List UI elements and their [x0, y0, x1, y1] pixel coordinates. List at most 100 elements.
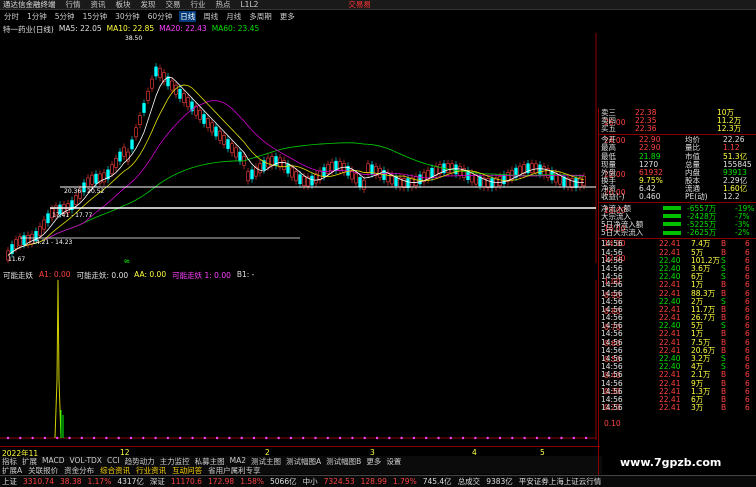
info-tab[interactable]: 资金分布 [64, 465, 94, 475]
indicator-tab[interactable]: 测试幅图A [286, 456, 321, 466]
indicator-tab[interactable]: 趋势动力 [125, 456, 155, 466]
indicator-dot [338, 436, 342, 440]
candle-body [154, 66, 158, 77]
indicator-dot [511, 436, 514, 440]
candle-body [294, 171, 298, 182]
menu-item-news[interactable]: 资讯 [91, 0, 106, 10]
candle-body [94, 173, 98, 184]
index-sz-change: 172.98 [207, 477, 235, 486]
menu-item-discover[interactable]: 发现 [141, 0, 156, 10]
indicator-tab[interactable]: 测试主图 [251, 456, 281, 466]
candle-body [302, 176, 306, 186]
indicator-tab[interactable]: CCI [107, 456, 120, 465]
tick-side: B [721, 403, 727, 413]
index-sh-label[interactable]: 上证 [2, 476, 17, 487]
period-tab-weekly[interactable]: 周线 [202, 11, 219, 22]
indicator-dot [326, 436, 329, 440]
flow-bar [663, 206, 681, 211]
indicator-tab[interactable]: 私募主图 [195, 456, 225, 466]
info-tab[interactable]: 扩展A [2, 465, 22, 475]
period-toolbar: 分时 1分钟 5分钟 15分钟 30分钟 60分钟 日线 周线 月线 多周期 更… [0, 10, 600, 22]
candlestick-chart[interactable]: 20.36 - 20.52 17.41 - 17.77 14.21 - 14.2… [0, 33, 600, 263]
indicator-tab[interactable]: 主力监控 [160, 456, 190, 466]
candle-body [266, 157, 270, 168]
flow-bar [663, 214, 681, 219]
candle-body [246, 171, 250, 182]
indicator-dot [31, 436, 34, 440]
indicator-chart[interactable] [0, 280, 600, 440]
info-tab[interactable]: 关联报价 [28, 465, 58, 475]
candle-body [238, 151, 242, 162]
candle-body [414, 176, 418, 186]
indicator-dot [68, 436, 71, 440]
menu-item-hot[interactable]: 热点 [216, 0, 231, 10]
candle-body [358, 177, 362, 187]
indicator-dot [302, 436, 305, 440]
index-zx-pct: 1.79% [392, 477, 417, 486]
candle-body [334, 160, 338, 171]
period-tab-5m[interactable]: 5分钟 [54, 11, 76, 22]
order-level: 买五 [601, 123, 616, 133]
version-label: L1L2 [240, 0, 259, 9]
tick-flag: 6 [745, 403, 750, 413]
indicator-tab[interactable]: 设置 [386, 456, 401, 466]
menu-item-industry[interactable]: 行业 [191, 0, 206, 10]
trade-link[interactable]: 交易易 [348, 0, 371, 10]
candle-body [518, 165, 522, 176]
indicator-tab[interactable]: 更多 [366, 456, 381, 466]
indicator-tab[interactable]: 指标 [2, 456, 17, 466]
info-tab[interactable]: 省用户属利专享 [208, 465, 261, 475]
candle-body [502, 174, 506, 185]
info-tabs: 扩展A 关联报价 资金分布 综合资讯 行业资讯 互动问答 省用户属利专享 [0, 465, 602, 475]
candle-body [110, 164, 114, 175]
period-tab-30m[interactable]: 30分钟 [114, 11, 141, 22]
indicator-dot [523, 436, 526, 440]
period-tab-intraday[interactable]: 分时 [3, 11, 20, 22]
flow-label: 5日大宗流入 [601, 228, 644, 238]
period-tab-daily[interactable]: 日线 [179, 10, 197, 22]
menu-item-trade[interactable]: 交易 [166, 0, 181, 10]
info-tab[interactable]: 综合资讯 [100, 465, 130, 475]
index-zx-label[interactable]: 中小 [303, 476, 318, 487]
indicator-tab[interactable]: MA2 [230, 456, 246, 465]
indicator-dot [412, 436, 416, 440]
indicator-tab[interactable]: VOL-TDX [69, 456, 101, 465]
candle-body [574, 178, 578, 188]
info-tab[interactable]: 互动问答 [172, 465, 202, 475]
candle-body [14, 239, 18, 249]
indicator-dot [117, 436, 120, 440]
indicator-dot [437, 436, 440, 440]
stat-label: 收益(-) [601, 192, 625, 202]
candle-body [114, 157, 118, 168]
period-tab-monthly[interactable]: 月线 [225, 11, 242, 22]
tick-price: 22.41 [659, 403, 681, 413]
menu-item-quotes[interactable]: 行情 [66, 0, 81, 10]
indicator-tab[interactable]: 测试幅图B [326, 456, 361, 466]
order-volume: 12.3万 [717, 123, 742, 133]
period-tab-1m[interactable]: 1分钟 [26, 11, 48, 22]
index-sz-label[interactable]: 深证 [150, 476, 165, 487]
menu-item-sectors[interactable]: 板块 [116, 0, 131, 10]
candle-body [86, 177, 90, 188]
candle-body [118, 151, 122, 162]
indicator-dot [535, 436, 539, 440]
candle-body [218, 130, 222, 141]
index-sh-pct: 1.17% [87, 477, 112, 486]
index-sz-pct: 1.58% [240, 477, 265, 486]
period-tab-15m[interactable]: 15分钟 [82, 11, 109, 22]
indicator-dot [203, 436, 206, 440]
candle-body [430, 167, 434, 178]
period-tab-60m[interactable]: 60分钟 [147, 11, 174, 22]
period-tab-multi[interactable]: 多周期 [248, 11, 273, 22]
info-tab[interactable]: 行业资讯 [136, 465, 166, 475]
indicator-dot [572, 436, 575, 440]
indicator-tab[interactable]: 扩展 [22, 456, 37, 466]
candle-body [134, 127, 138, 138]
candle-body [286, 163, 290, 174]
indicator-dot [425, 436, 428, 440]
indicator-tab[interactable]: MACD [42, 456, 64, 465]
order-price: 22.36 [635, 123, 657, 133]
indicator-dot [351, 436, 354, 440]
candle-body [326, 164, 330, 174]
period-tab-more[interactable]: 更多 [279, 11, 296, 22]
